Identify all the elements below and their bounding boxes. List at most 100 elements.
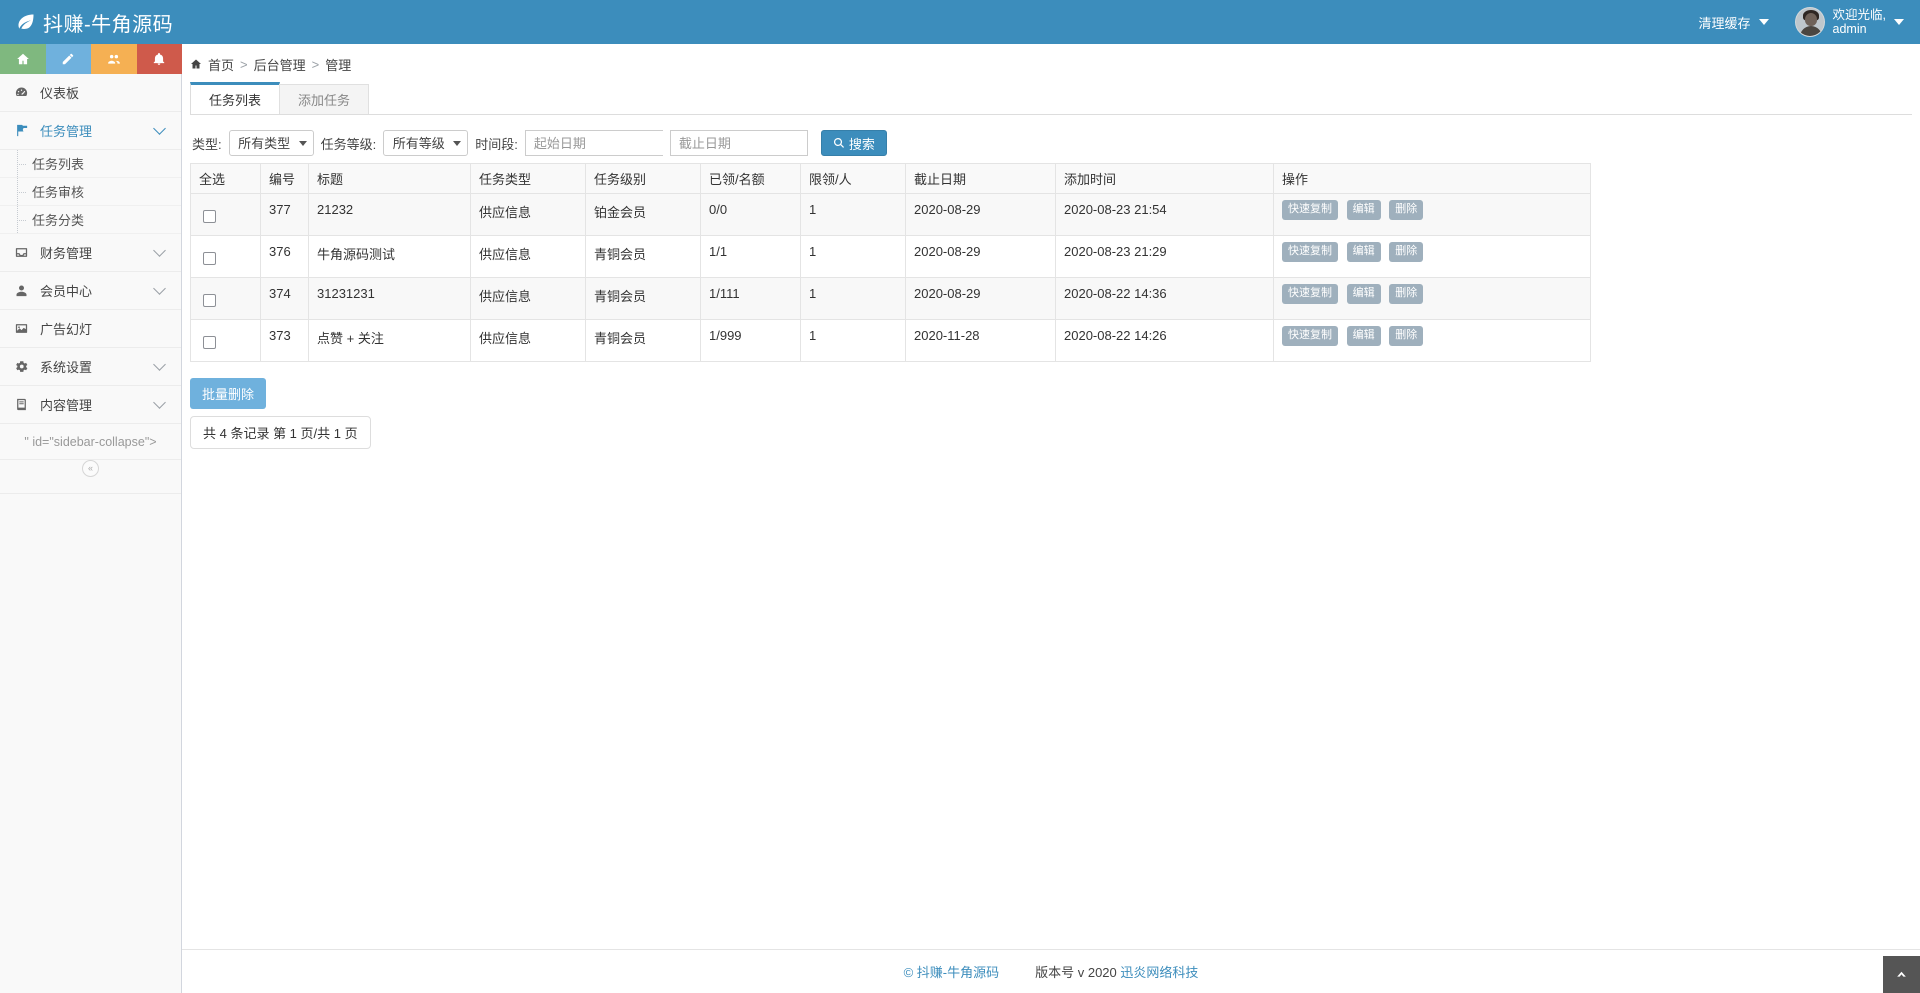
cell-claimed: 0/0: [701, 194, 801, 236]
sidebar: 仪表板 任务管理 任务列表 任务审核 任务分类 财务管理: [0, 44, 182, 993]
sidebar-subitem-task-category[interactable]: 任务分类: [0, 206, 181, 234]
col-task-type: 任务类型: [471, 164, 586, 194]
col-task-level: 任务级别: [586, 164, 701, 194]
user-info: 欢迎光临, admin: [1833, 8, 1886, 37]
cell-deadline: 2020-08-29: [906, 278, 1056, 320]
user-menu[interactable]: 欢迎光临, admin: [1783, 0, 1920, 44]
delete-button[interactable]: 删除: [1389, 326, 1423, 346]
quick-users-button[interactable]: [91, 44, 137, 74]
cell-title: 牛角源码测试: [309, 236, 471, 278]
sidebar-item-content-management[interactable]: 内容管理: [0, 386, 181, 424]
main-content: 首页 > 后台管理 > 管理 任务列表 添加任务 类型: 所有类型 任务等级: …: [182, 44, 1920, 949]
quick-home-button[interactable]: [0, 44, 46, 74]
sidebar-submenu-task-management: 任务列表 任务审核 任务分类: [0, 150, 181, 234]
breadcrumb-item-home[interactable]: 首页: [208, 55, 234, 74]
sidebar-item-member-center[interactable]: 会员中心: [0, 272, 181, 310]
scroll-to-top-button[interactable]: [1883, 956, 1920, 993]
tab-bar: 任务列表 添加任务: [182, 82, 1920, 114]
delete-button[interactable]: 删除: [1389, 284, 1423, 304]
sidebar-collapse-row: «: [0, 460, 181, 486]
search-button-label: 搜索: [849, 134, 875, 153]
cell-limit: 1: [801, 194, 906, 236]
sidebar-subitem-task-list[interactable]: 任务列表: [0, 150, 181, 178]
sidebar-item-system-settings[interactable]: 系统设置: [0, 348, 181, 386]
filter-level-label: 任务等级:: [321, 134, 377, 153]
pencil-icon: [61, 52, 75, 66]
chevron-down-icon: [1894, 19, 1904, 25]
sidebar-item-task-management[interactable]: 任务管理: [0, 112, 181, 150]
clear-cache-menu[interactable]: 清理缓存: [1685, 0, 1783, 44]
edit-button[interactable]: 编辑: [1347, 200, 1381, 220]
table-row: 374 31231231 供应信息 青铜会员 1/111 1 2020-08-2…: [191, 278, 1591, 320]
sidebar-item-dashboard[interactable]: 仪表板: [0, 74, 181, 112]
filter-level-wrap: 所有等级: [383, 130, 468, 156]
brand-title: 抖赚-牛角源码: [43, 8, 173, 37]
date-start-input[interactable]: [525, 130, 663, 156]
image-icon: [14, 321, 36, 336]
chevron-up-icon: [1895, 968, 1908, 981]
col-claimed: 已领/名额: [701, 164, 801, 194]
sidebar-divider: [0, 486, 181, 494]
sidebar-item-label: 广告幻灯: [36, 319, 167, 338]
breadcrumb-item-admin[interactable]: 后台管理: [254, 55, 306, 74]
quick-notifications-button[interactable]: [137, 44, 183, 74]
cell-deadline: 2020-08-29: [906, 194, 1056, 236]
quick-copy-button[interactable]: 快速复制: [1282, 200, 1338, 220]
bulk-delete-button[interactable]: 批量删除: [190, 378, 266, 409]
flag-icon: [14, 123, 36, 138]
tab-add-task[interactable]: 添加任务: [279, 84, 369, 114]
sidebar-collapse-button[interactable]: «: [82, 460, 99, 477]
filter-level-select[interactable]: 所有等级: [383, 130, 468, 156]
cell-task-type: 供应信息: [471, 236, 586, 278]
edit-button[interactable]: 编辑: [1347, 326, 1381, 346]
brand-logo[interactable]: 抖赚-牛角源码: [0, 0, 182, 44]
row-checkbox-cell: [191, 278, 261, 320]
cell-claimed: 1/111: [701, 278, 801, 320]
chevron-down-icon: [153, 396, 166, 409]
edit-button[interactable]: 编辑: [1347, 242, 1381, 262]
sidebar-item-ad-slider[interactable]: 广告幻灯: [0, 310, 181, 348]
home-icon: [16, 52, 30, 66]
sidebar-subitem-task-review[interactable]: 任务审核: [0, 178, 181, 206]
quick-edit-button[interactable]: [46, 44, 92, 74]
table-header-row: 全选 编号 标题 任务类型 任务级别 已领/名额 限领/人 截止日期 添加时间 …: [191, 164, 1591, 194]
cell-added: 2020-08-23 21:54: [1056, 194, 1274, 236]
chevron-down-icon: [153, 358, 166, 371]
cell-added: 2020-08-23 21:29: [1056, 236, 1274, 278]
book-icon: [14, 397, 36, 412]
row-checkbox-cell: [191, 194, 261, 236]
tab-panel-task-list: 类型: 所有类型 任务等级: 所有等级 时间段: 搜索: [190, 114, 1912, 449]
chevron-down-icon: [153, 282, 166, 295]
cell-actions: 快速复制 编辑 删除: [1274, 194, 1591, 236]
sidebar-item-finance[interactable]: 财务管理: [0, 234, 181, 272]
top-navbar: 抖赚-牛角源码 清理缓存 欢迎光临, admin: [0, 0, 1920, 44]
leaf-icon: [16, 12, 36, 32]
row-checkbox[interactable]: [203, 210, 216, 223]
row-checkbox-cell: [191, 320, 261, 362]
footer-vendor-link[interactable]: 迅炎网络科技: [1120, 965, 1198, 980]
row-checkbox[interactable]: [203, 252, 216, 265]
breadcrumb: 首页 > 后台管理 > 管理: [182, 44, 1920, 76]
cell-actions: 快速复制 编辑 删除: [1274, 236, 1591, 278]
filter-type-select[interactable]: 所有类型: [229, 130, 314, 156]
cell-id: 376: [261, 236, 309, 278]
row-checkbox-cell: [191, 236, 261, 278]
quick-copy-button[interactable]: 快速复制: [1282, 242, 1338, 262]
date-end-input[interactable]: [670, 130, 808, 156]
footer-copyright[interactable]: © 抖赚-牛角源码: [904, 962, 1000, 981]
tab-task-list[interactable]: 任务列表: [190, 82, 280, 114]
search-button[interactable]: 搜索: [821, 130, 887, 156]
pagination-info: 共 4 条记录 第 1 页/共 1 页: [190, 416, 371, 449]
row-checkbox[interactable]: [203, 336, 216, 349]
delete-button[interactable]: 删除: [1389, 242, 1423, 262]
edit-button[interactable]: 编辑: [1347, 284, 1381, 304]
sidebar-subitem-label: 任务列表: [32, 154, 84, 173]
breadcrumb-separator: >: [312, 57, 320, 72]
filter-type-label: 类型:: [192, 134, 222, 153]
row-checkbox[interactable]: [203, 294, 216, 307]
cell-actions: 快速复制 编辑 删除: [1274, 320, 1591, 362]
quick-copy-button[interactable]: 快速复制: [1282, 326, 1338, 346]
delete-button[interactable]: 删除: [1389, 200, 1423, 220]
col-added: 添加时间: [1056, 164, 1274, 194]
quick-copy-button[interactable]: 快速复制: [1282, 284, 1338, 304]
